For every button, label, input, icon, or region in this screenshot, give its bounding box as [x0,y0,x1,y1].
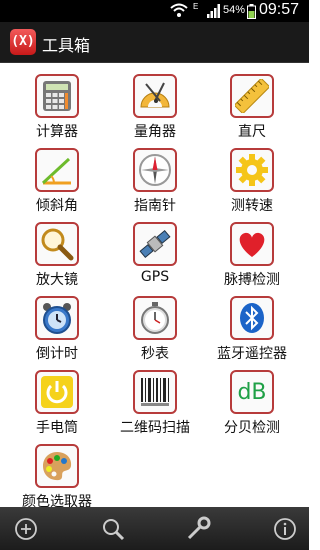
decibel-icon: dB [230,370,274,414]
wrench-icon[interactable] [185,516,211,542]
battery-icon [247,4,256,19]
tool-rpm[interactable]: 测转速 [202,148,302,215]
stopwatch-icon [133,296,177,340]
network-type: E [193,2,199,11]
tool-label: 倾斜角 [36,198,78,214]
tool-label: 量角器 [134,124,176,140]
signal-icon [207,4,220,18]
tool-label: 脉搏检测 [224,272,280,288]
power-icon [35,370,79,414]
protractor-icon [133,74,177,118]
app-logo[interactable]: (X) [10,29,36,55]
tool-calculator[interactable]: 计算器 [7,74,107,141]
tool-label: 倒计时 [36,346,78,362]
barcode-icon [133,370,177,414]
tool-grid: 计算器 量角器 直尺 倾斜角 指南针 测转速 放大镜 GPS 脉搏检测 倒计时 … [0,62,309,507]
tool-label: 测转速 [231,198,273,214]
tool-qr-scan[interactable]: 二维码扫描 [105,370,205,437]
tool-countdown[interactable]: 倒计时 [7,296,107,363]
tool-compass[interactable]: 指南针 [105,148,205,215]
tool-bluetooth-remote[interactable]: 蓝牙遥控器 [202,296,302,363]
magnifier-icon [35,222,79,266]
tilt-angle-icon [35,148,79,192]
tool-label: 颜色选取器 [22,494,92,507]
decibel-text: dB [237,379,267,405]
satellite-icon [133,222,177,266]
tool-protractor[interactable]: 量角器 [105,74,205,141]
tool-color-picker[interactable]: 颜色选取器 [7,444,107,507]
tool-decibel[interactable]: dB 分贝检测 [202,370,302,437]
bottom-bar [0,507,309,550]
tool-ruler[interactable]: 直尺 [202,74,302,141]
battery-percent: 54% [222,4,245,16]
info-icon[interactable] [272,516,298,542]
alarm-clock-icon [35,296,79,340]
tool-label: 放大镜 [36,272,78,288]
tool-label: 计算器 [36,124,78,140]
calculator-icon [35,74,79,118]
ruler-icon [230,74,274,118]
tool-magnifier[interactable]: 放大镜 [7,222,107,289]
tool-label: 直尺 [238,124,266,140]
add-icon[interactable] [13,516,39,542]
palette-icon [35,444,79,488]
tool-label: 手电筒 [36,420,78,436]
tool-label: 指南针 [134,198,176,214]
app-title: 工具箱 [42,36,91,55]
compass-icon [133,148,177,192]
action-bar: (X) 工具箱 [0,22,309,63]
gear-icon [230,148,274,192]
tool-label: 蓝牙遥控器 [217,346,287,362]
tool-tilt-angle[interactable]: 倾斜角 [7,148,107,215]
search-icon[interactable] [100,516,126,542]
bluetooth-icon [230,296,274,340]
tool-label: 二维码扫描 [120,420,190,436]
tool-stopwatch[interactable]: 秒表 [105,296,205,363]
tool-label: 分贝检测 [224,420,280,436]
tool-gps[interactable]: GPS [105,222,205,285]
wifi-icon [170,3,188,17]
status-bar: E 54% 09:57 [0,0,309,22]
clock: 09:57 [258,1,299,18]
tool-pulse[interactable]: 脉搏检测 [202,222,302,289]
tool-label: GPS [140,269,170,285]
heart-icon [230,222,274,266]
tool-label: 秒表 [141,346,169,362]
tool-flashlight[interactable]: 手电筒 [7,370,107,437]
